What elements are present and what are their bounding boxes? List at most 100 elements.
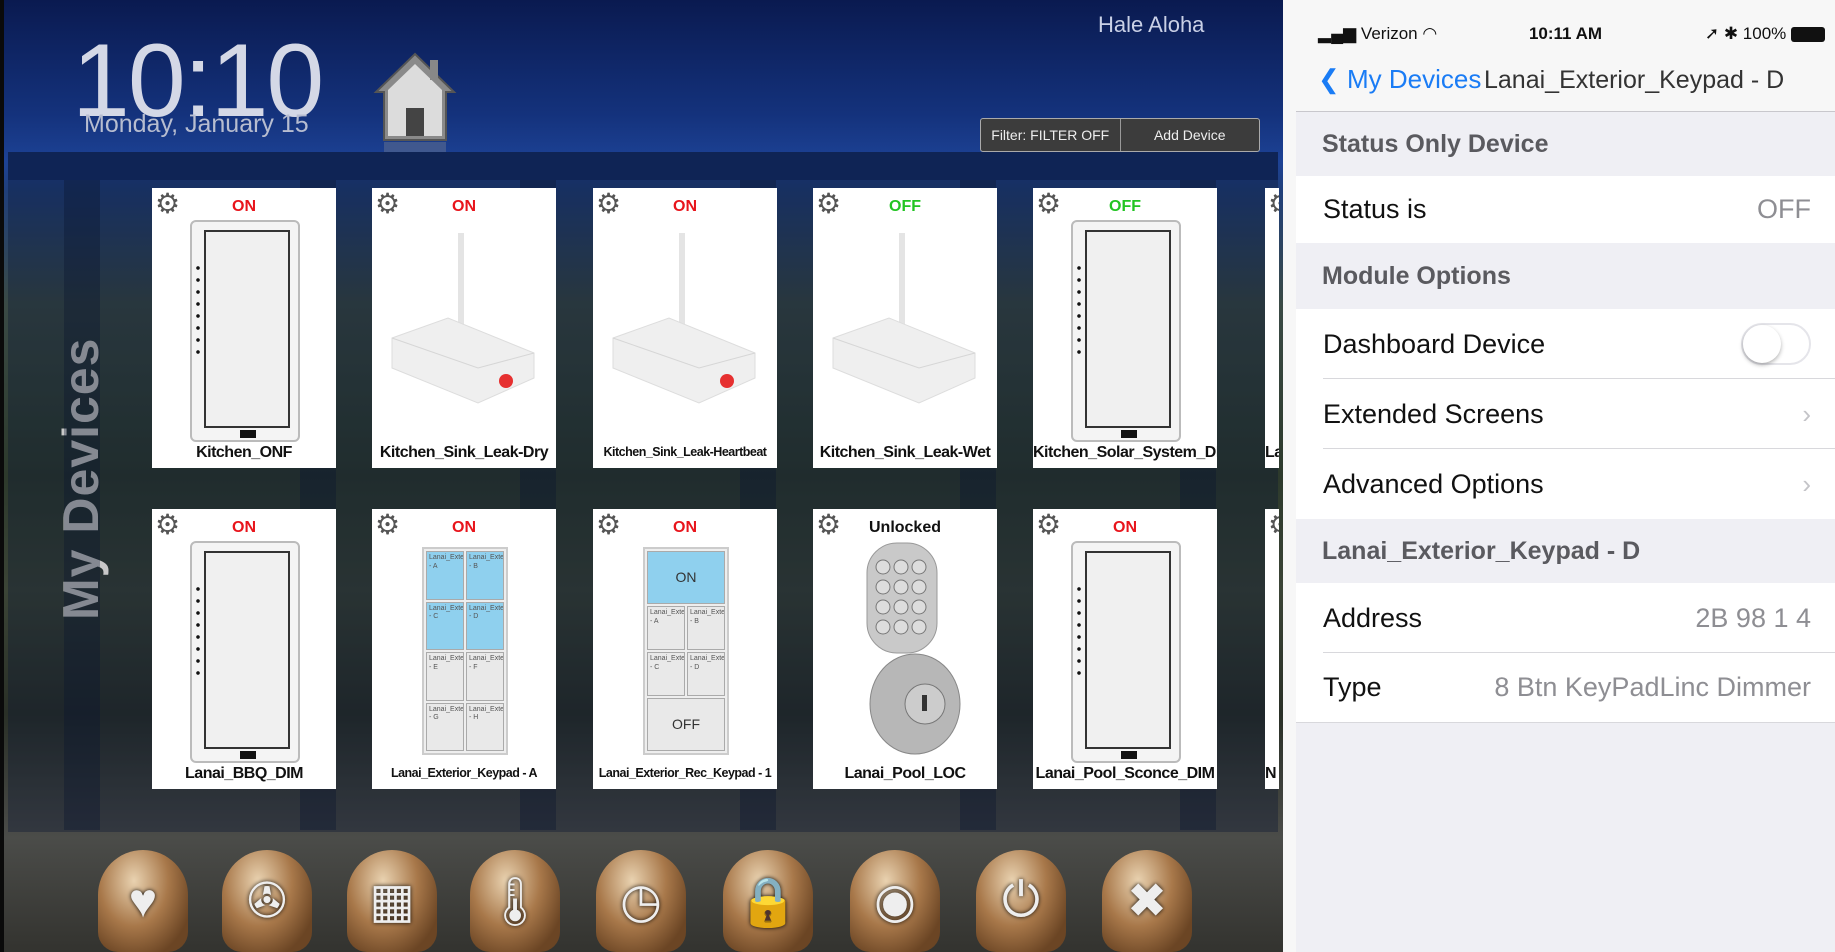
keypad-button[interactable]: Lanai_Exterior_Keypad - H (466, 702, 504, 751)
status-row: Status is OFF (1296, 176, 1835, 243)
dimmer-tab (240, 430, 256, 438)
nav-title: Lanai_Exterior_Keypad - D (1484, 66, 1785, 94)
status-right: ➚ ✱ 100% (1705, 24, 1825, 44)
back-button[interactable]: ❮ My Devices (1318, 64, 1481, 95)
advanced-options-row[interactable]: Advanced Options › (1296, 449, 1835, 519)
keypad-button[interactable]: Lanai_Exterior_Keypad - B (466, 551, 504, 600)
dimmer-paddle (204, 551, 290, 749)
device-name: Kitchen_ONF (196, 444, 292, 461)
security-lock-icon[interactable]: 🔒 (723, 850, 813, 952)
timer-clock-icon[interactable]: ◷ (596, 850, 686, 952)
chevron-right-icon: › (1802, 398, 1811, 429)
device-status: OFF (889, 198, 921, 215)
gear-icon[interactable]: ⚙ (1268, 190, 1279, 218)
chevron-right-icon: › (1802, 468, 1811, 499)
leak-sensor-image (609, 228, 759, 428)
dashboard-device-toggle[interactable] (1741, 323, 1811, 365)
device-status: OFF (1109, 198, 1141, 215)
chevron-left-icon: ❮ (1318, 64, 1348, 94)
power-plug-icon[interactable]: ⏻ (976, 850, 1066, 952)
tools-settings-icon[interactable]: ✖ (1102, 850, 1192, 952)
grid-divider (64, 180, 100, 830)
keypad-panel-icon[interactable]: ▦ (347, 850, 437, 952)
device-name: Kitchen_Solar_System_DIM (1033, 444, 1217, 461)
device-name: Lanai_Exterior_Keypad - A (390, 766, 538, 780)
extended-screens-label: Extended Screens (1323, 398, 1544, 429)
add-device-button[interactable]: Add Device (1119, 119, 1260, 151)
site-name: Hale Aloha (1098, 12, 1205, 37)
device-tile[interactable]: ⚙ La (1265, 188, 1279, 468)
section-header-device: Lanai_Exterior_Keypad - D (1322, 536, 1641, 565)
battery-label: 100% (1742, 24, 1787, 43)
device-tile[interactable]: ⚙ ON Lanai_Pool_Sconce_DIM (1033, 509, 1217, 789)
device-status: ON (232, 198, 256, 215)
device-tile[interactable]: ⚙N (1265, 509, 1279, 789)
dimmer-tab (240, 751, 256, 759)
keypad-image: Lanai_Exterior_Keypad - ALanai_Exterior_… (422, 547, 508, 755)
extended-screens-row[interactable]: Extended Screens › (1296, 379, 1835, 449)
dimmer-paddle (1085, 230, 1171, 428)
keypad-button[interactable]: Lanai_Exterior_Rec_Keypad - C (647, 652, 685, 697)
dashboard-panel: 10:10 Monday, January 15 Hale Aloha Filt… (0, 0, 1283, 952)
device-status: ON (232, 519, 256, 536)
thermometer-icon[interactable]: 🌡 (470, 850, 560, 952)
phone-settings-panel: ▂▄▆ Verizon ◠ 10:11 AM ➚ ✱ 100% ❮ My Dev… (1283, 0, 1835, 952)
filter-toolbar: Filter: FILTER OFF Add Device (980, 118, 1260, 152)
device-tile[interactable]: ⚙ONLanai_Exterior_Keypad - ALanai_Exteri… (372, 509, 556, 789)
device-tile[interactable]: ⚙ ON Lanai_BBQ_DIM (152, 509, 336, 789)
keypad-on-button[interactable]: ON (647, 551, 725, 604)
filter-button[interactable]: Filter: FILTER OFF (981, 119, 1120, 151)
device-name: Lanai_Exterior_Rec_Keypad - 1 (598, 766, 772, 780)
bluetooth-icon: ✱ (1723, 24, 1743, 43)
device-status: ON (452, 198, 476, 215)
keypad-button[interactable]: Lanai_Exterior_Keypad - E (426, 652, 464, 701)
keypad-button[interactable]: Lanai_Exterior_Keypad - A (426, 551, 464, 600)
keypad-off-button[interactable]: OFF (647, 698, 725, 751)
keypad-button[interactable]: Lanai_Exterior_Rec_Keypad - D (687, 652, 725, 697)
keypad-button[interactable]: Lanai_Exterior_Keypad - C (426, 601, 464, 650)
dimmer-switch-image (190, 220, 300, 442)
keypad-button[interactable]: Lanai_Exterior_Rec_Keypad - B (687, 605, 725, 650)
keypad-image: ONLanai_Exterior_Rec_Keypad - ALanai_Ext… (643, 547, 729, 755)
favorites-heart-icon[interactable]: ♥ (98, 850, 188, 952)
dimmer-paddle (1085, 551, 1171, 749)
dimmer-switch-image (1071, 220, 1181, 442)
device-name: N (1265, 765, 1277, 782)
back-label: My Devices (1347, 64, 1482, 94)
home-icon[interactable] (372, 50, 458, 154)
device-status: ON (673, 198, 697, 215)
address-row: Address 2B 98 1 4 (1296, 583, 1835, 653)
device-tile[interactable]: ⚙ Unlocked Lanai_Pool_LOC (813, 509, 997, 789)
leak-sensor-image (388, 228, 538, 428)
location-icon: ➚ (1704, 24, 1724, 43)
dimmer-level-leds (1077, 262, 1081, 362)
device-tile[interactable]: ⚙ ON Kitchen_Sink_Leak-Heartbeat (593, 188, 777, 468)
clock-date: Monday, January 15 (84, 110, 309, 138)
dimmer-switch-image (190, 541, 300, 763)
device-tile[interactable]: ⚙ OFF Kitchen_Solar_System_DIM (1033, 188, 1217, 468)
keypad-button[interactable]: Lanai_Exterior_Keypad - F (466, 652, 504, 701)
nav-bar: ❮ My Devices Lanai_Exterior_Keypad - D (1296, 56, 1835, 112)
device-tile[interactable]: ⚙ ON Kitchen_Sink_Leak-Dry (372, 188, 556, 468)
battery-icon (1791, 27, 1825, 43)
device-name: Lanai_BBQ_DIM (185, 765, 303, 782)
keypad-button[interactable]: Lanai_Exterior_Keypad - D (466, 601, 504, 650)
camera-lens-icon[interactable]: ◉ (850, 850, 940, 952)
type-row: Type 8 Btn KeyPadLinc Dimmer (1296, 653, 1835, 723)
device-name: Kitchen_Sink_Leak-Heartbeat (603, 445, 767, 459)
advanced-options-label: Advanced Options (1323, 468, 1544, 499)
device-tile[interactable]: ⚙ ON Kitchen_ONF (152, 188, 336, 468)
device-status: ON (1113, 519, 1137, 536)
type-label: Type (1323, 672, 1382, 702)
dimmer-level-leds (1077, 583, 1081, 683)
device-tile[interactable]: ⚙ OFF Kitchen_Sink_Leak-Wet (813, 188, 997, 468)
section-header-module: Module Options (1322, 261, 1511, 290)
keypad-button[interactable]: Lanai_Exterior_Rec_Keypad - A (647, 605, 685, 650)
keypad-button[interactable]: Lanai_Exterior_Keypad - G (426, 702, 464, 751)
media-film-reel-icon[interactable]: ✇ (222, 850, 312, 952)
address-label: Address (1323, 602, 1423, 633)
gear-icon[interactable]: ⚙ (1268, 511, 1279, 539)
device-name: La (1265, 444, 1279, 461)
device-tile[interactable]: ⚙ONONLanai_Exterior_Rec_Keypad - ALanai_… (593, 509, 777, 789)
device-name: Kitchen_Sink_Leak-Wet (819, 444, 991, 461)
